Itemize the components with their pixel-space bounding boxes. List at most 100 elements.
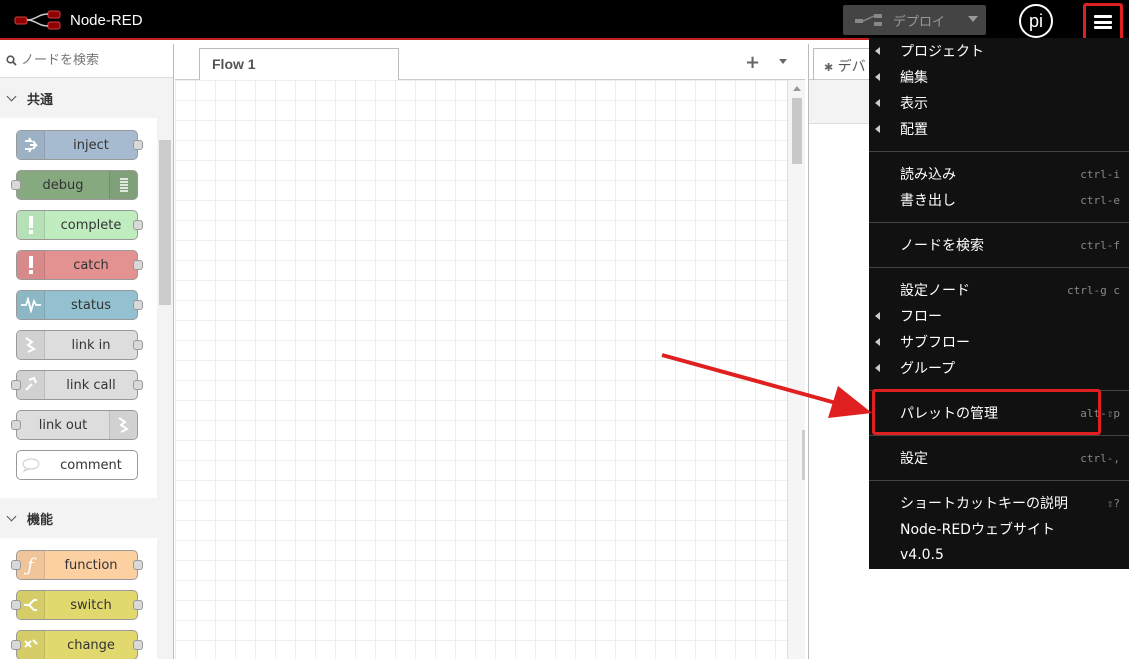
node-label: inject (73, 137, 109, 153)
menu-item-view[interactable]: 表示 (869, 90, 1129, 116)
menu-item-label: プロジェクト (900, 44, 984, 60)
chevron-down-icon[interactable] (779, 59, 787, 64)
menu-item-label: 表示 (900, 96, 928, 112)
function-icon: ƒ (17, 551, 45, 579)
node-label: function (64, 557, 118, 573)
output-port (133, 140, 143, 150)
scroll-up-icon[interactable] (793, 86, 801, 91)
menu-shortcut: ctrl-, (1080, 451, 1120, 465)
hamburger-icon (1094, 15, 1112, 29)
node-label: link in (71, 337, 111, 353)
submenu-arrow-icon (875, 99, 880, 107)
exclamation-icon (17, 251, 45, 279)
menu-item-export[interactable]: 書き出し ctrl-e (869, 187, 1129, 213)
comment-icon (17, 451, 45, 479)
menu-item-projects[interactable]: プロジェクト (869, 38, 1129, 64)
submenu-arrow-icon (875, 338, 880, 346)
output-port (133, 600, 143, 610)
palette-node-change[interactable]: change (11, 630, 143, 659)
palette-category-body: ƒ function switch change (0, 538, 157, 659)
palette-node-link-call[interactable]: link call (11, 370, 143, 400)
menu-item-keyboard-shortcuts[interactable]: ショートカットキーの説明 ⇧? (869, 490, 1129, 516)
palette-node-catch[interactable]: catch (16, 250, 143, 280)
chevron-down-icon (6, 91, 17, 101)
output-port (133, 260, 143, 270)
menu-item-subflows[interactable]: サブフロー (869, 329, 1129, 355)
node-label: complete (60, 217, 122, 233)
output-port (133, 380, 143, 390)
palette-node-comment[interactable]: comment (16, 450, 138, 480)
sidebar-resize-handle[interactable] (802, 430, 805, 480)
link-out-icon (109, 411, 137, 439)
node-label: change (67, 637, 115, 653)
menu-item-settings[interactable]: 設定 ctrl-, (869, 445, 1129, 471)
tab-flow-1[interactable]: Flow 1 (199, 48, 399, 80)
category-label: 機能 (27, 512, 54, 528)
menu-item-edit[interactable]: 編集 (869, 64, 1129, 90)
menu-divider (869, 480, 1129, 481)
exclamation-icon (17, 211, 45, 239)
workspace: Flow 1 + (175, 44, 805, 659)
palette-search (0, 44, 173, 78)
add-tab-button[interactable]: + (745, 52, 760, 73)
input-port (11, 600, 21, 610)
menu-shortcut: ⇧? (1106, 496, 1120, 510)
menu-item-groups[interactable]: グループ (869, 355, 1129, 381)
deploy-label: デプロイ (893, 14, 946, 30)
menu-shortcut: ctrl-i (1080, 167, 1120, 181)
menu-item-label: 設定 (900, 451, 928, 467)
chevron-down-icon (6, 511, 17, 521)
app-title: Node-RED (70, 11, 143, 29)
link-in-icon (17, 331, 45, 359)
input-port (11, 560, 21, 570)
palette-category-function[interactable]: 機能 (0, 498, 173, 538)
menu-item-flows[interactable]: フロー (869, 303, 1129, 329)
node-label: switch (70, 597, 112, 613)
header-bar: Node-RED デプロイ pi (0, 0, 1129, 41)
flow-canvas[interactable] (175, 80, 787, 659)
palette-node-debug[interactable]: debug (11, 170, 138, 200)
palette-node-function[interactable]: ƒ function (11, 550, 143, 580)
menu-item-website[interactable]: Node-REDウェブサイト (869, 516, 1129, 542)
node-palette: 共通 inject debug complete (0, 44, 174, 659)
chevron-down-icon[interactable] (968, 16, 978, 22)
palette-node-status[interactable]: status (16, 290, 143, 320)
submenu-arrow-icon (875, 125, 880, 133)
deploy-button[interactable]: デプロイ (843, 5, 986, 35)
menu-item-arrange[interactable]: 配置 (869, 116, 1129, 142)
workspace-scrollbar[interactable] (787, 80, 805, 659)
submenu-arrow-icon (875, 73, 880, 81)
menu-item-import[interactable]: 読み込み ctrl-i (869, 161, 1129, 187)
palette-search-input[interactable] (21, 53, 161, 68)
output-port (133, 640, 143, 650)
search-icon (6, 55, 17, 66)
switch-icon (17, 591, 45, 619)
menu-item-label: フロー (900, 309, 942, 325)
menu-item-search[interactable]: ノードを検索 ctrl-f (869, 232, 1129, 258)
node-label: link call (66, 377, 116, 393)
submenu-arrow-icon (875, 312, 880, 320)
palette-node-complete[interactable]: complete (16, 210, 143, 240)
input-port (11, 640, 21, 650)
user-avatar[interactable]: pi (1019, 4, 1053, 38)
node-label: link out (38, 417, 88, 433)
node-label: debug (42, 177, 84, 193)
scroll-thumb[interactable] (792, 98, 802, 164)
menu-item-config-nodes[interactable]: 設定ノード ctrl-g c (869, 277, 1129, 303)
palette-node-link-out[interactable]: link out (11, 410, 138, 440)
main-menu-button[interactable] (1083, 3, 1123, 41)
palette-node-switch[interactable]: switch (11, 590, 143, 620)
menu-item-label: v4.0.5 (900, 547, 944, 563)
palette-node-link-in[interactable]: link in (16, 330, 143, 360)
menu-shortcut: ctrl-f (1080, 238, 1120, 252)
node-red-logo-icon (14, 10, 61, 30)
palette-category-body: inject debug complete catch status link … (0, 118, 157, 498)
output-port (133, 220, 143, 230)
palette-scrollbar[interactable] (159, 140, 171, 305)
output-port (133, 300, 143, 310)
palette-node-inject[interactable]: inject (16, 130, 143, 160)
menu-item-label: ノードを検索 (900, 238, 984, 254)
node-red-logo: Node-RED (14, 8, 143, 32)
palette-category-common[interactable]: 共通 (0, 78, 173, 118)
menu-item-label: Node-REDウェブサイト (900, 522, 1055, 538)
